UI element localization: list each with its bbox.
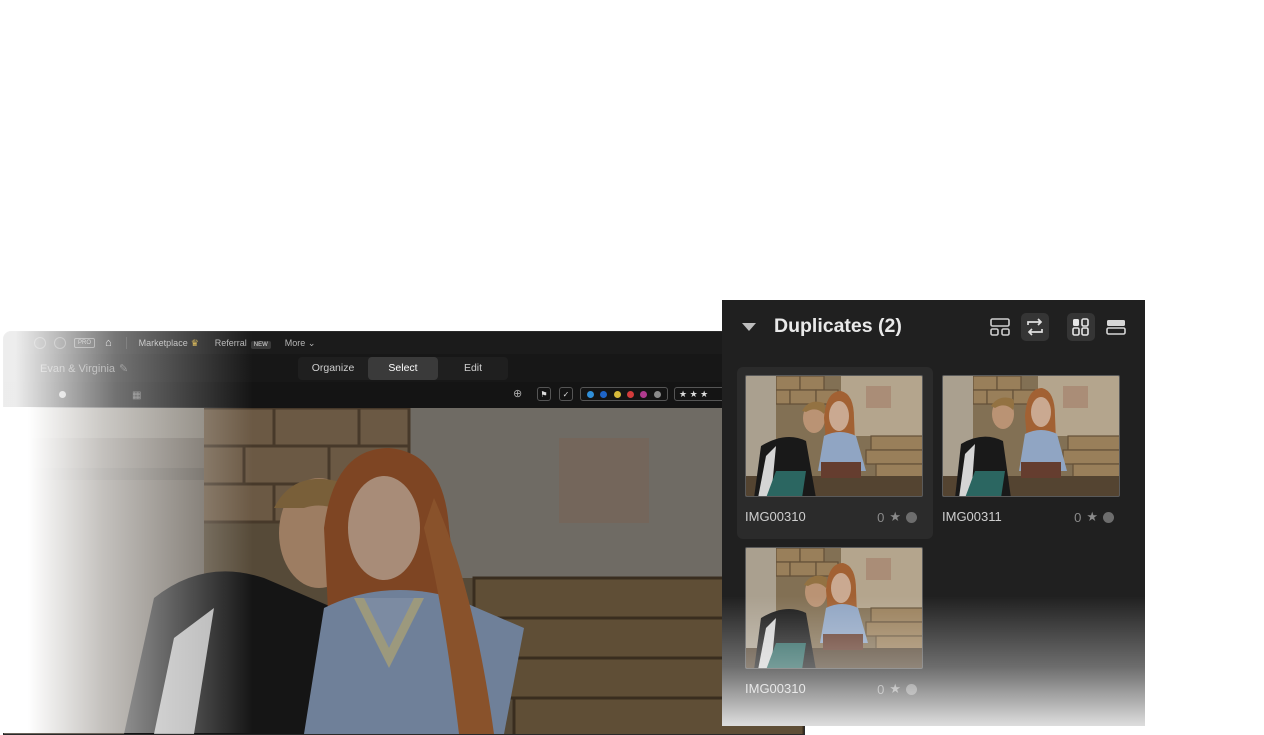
check-filter-button[interactable]: ✓ <box>559 387 573 401</box>
rating-value: 0 <box>1074 509 1082 525</box>
thumbnail-size-slider[interactable] <box>59 391 66 398</box>
duplicate-meta: IMG00310 0 ★ <box>745 509 925 525</box>
thumbnail-image <box>746 548 922 668</box>
tab-select[interactable]: Select <box>368 357 438 380</box>
nav-more[interactable]: More ⌄ <box>285 338 316 349</box>
flag-filter-button[interactable]: ⚑ <box>537 387 551 401</box>
color-label-filter <box>580 387 668 401</box>
divider <box>125 337 127 349</box>
color-label-gray[interactable] <box>653 390 661 398</box>
duplicates-panel: Duplicates (2) IMG00310 0 ★ IMG00311 0 ★… <box>722 300 1145 726</box>
pro-badge: PRO <box>74 338 96 348</box>
app-window: PRO ⌂ Marketplace ♛ Referral NEW More ⌄ Ev… <box>3 331 805 735</box>
swap-button[interactable] <box>1021 313 1049 341</box>
color-label-blue[interactable] <box>600 390 608 398</box>
filter-toolbar: ▦ ⊕ ⚑ ✓ ★ ★ ★ <box>4 382 804 408</box>
duplicates-header: Duplicates (2) <box>722 300 1145 356</box>
star-icon[interactable]: ★ <box>1086 509 1098 525</box>
color-label-red[interactable] <box>627 390 635 398</box>
duplicates-title: Duplicates (2) <box>774 315 902 337</box>
file-name: IMG00311 <box>942 509 1002 524</box>
edit-icon[interactable]: ✎ <box>119 363 128 375</box>
list-view-button[interactable] <box>1102 313 1130 341</box>
rating: 0 ★ <box>877 681 917 697</box>
star-icon[interactable]: ★ <box>889 509 901 525</box>
zoom-in-icon[interactable]: ⊕ <box>513 387 522 400</box>
rating: 0 ★ <box>877 509 917 525</box>
duplicate-card[interactable]: IMG00311 0 ★ <box>934 367 1130 539</box>
collapse-caret-icon[interactable] <box>742 323 756 331</box>
duplicate-card[interactable]: IMG00310 0 ★ <box>737 367 933 539</box>
color-label-dot[interactable] <box>906 683 917 695</box>
color-label-yellow[interactable] <box>613 390 621 398</box>
home-icon[interactable]: ⌂ <box>105 337 112 349</box>
rating: 0 ★ <box>1074 509 1114 525</box>
mode-bar: Evan & Virginia ✎ Organize Select Edit <box>4 354 804 382</box>
flag-icon: ⚑ <box>540 389 548 399</box>
duplicate-meta: IMG00311 0 ★ <box>942 509 1122 525</box>
duplicate-thumbnail[interactable] <box>745 375 923 497</box>
referral-label: Referral <box>214 338 247 348</box>
more-label: More <box>284 337 306 348</box>
mode-switcher: Organize Select Edit <box>298 357 508 380</box>
nav-referral[interactable]: Referral NEW <box>214 338 271 349</box>
main-photo[interactable] <box>4 408 804 734</box>
chevron-down-icon: ⌄ <box>307 337 316 348</box>
file-name: IMG00310 <box>745 509 806 524</box>
grid-icon[interactable]: ▦ <box>132 390 141 401</box>
duplicate-card[interactable]: IMG00310 0 ★ <box>737 539 933 711</box>
thumbnail-image <box>746 376 922 496</box>
nav-marketplace[interactable]: Marketplace ♛ <box>139 338 199 349</box>
check-icon: ✓ <box>562 389 570 399</box>
rating-value: 0 <box>877 509 885 525</box>
sync-icon[interactable] <box>34 337 46 349</box>
swap-icon <box>1027 318 1043 336</box>
crown-icon: ♛ <box>190 337 199 348</box>
stack-view-button[interactable] <box>986 313 1014 341</box>
color-label-purple[interactable] <box>640 390 648 398</box>
color-label-dot[interactable] <box>906 511 917 523</box>
star-icon[interactable]: ★ <box>889 681 901 697</box>
grid-view-icon <box>1072 318 1089 336</box>
rating-value: 0 <box>877 681 885 697</box>
marketplace-label: Marketplace <box>138 337 188 348</box>
thumbnail-image <box>943 376 1119 496</box>
duplicate-meta: IMG00310 0 ★ <box>745 681 925 697</box>
top-bar: PRO ⌂ Marketplace ♛ Referral NEW More ⌄ <box>4 332 804 354</box>
tab-organize[interactable]: Organize <box>298 357 368 380</box>
list-view-icon <box>1106 320 1126 335</box>
new-tag: NEW <box>250 341 271 349</box>
grid-view-button[interactable] <box>1067 313 1095 341</box>
project-name: Evan & Virginia <box>40 363 116 375</box>
main-photo-image <box>4 408 804 734</box>
duplicate-thumbnail[interactable] <box>745 547 923 669</box>
file-name: IMG00310 <box>745 681 806 696</box>
project-title[interactable]: Evan & Virginia ✎ <box>40 362 128 375</box>
globe-icon[interactable] <box>54 337 66 349</box>
tab-edit[interactable]: Edit <box>438 357 508 380</box>
color-label-dot[interactable] <box>1103 511 1114 523</box>
color-label-blue-light[interactable] <box>587 390 595 398</box>
duplicate-thumbnail[interactable] <box>942 375 1120 497</box>
stack-view-icon <box>990 318 1010 336</box>
